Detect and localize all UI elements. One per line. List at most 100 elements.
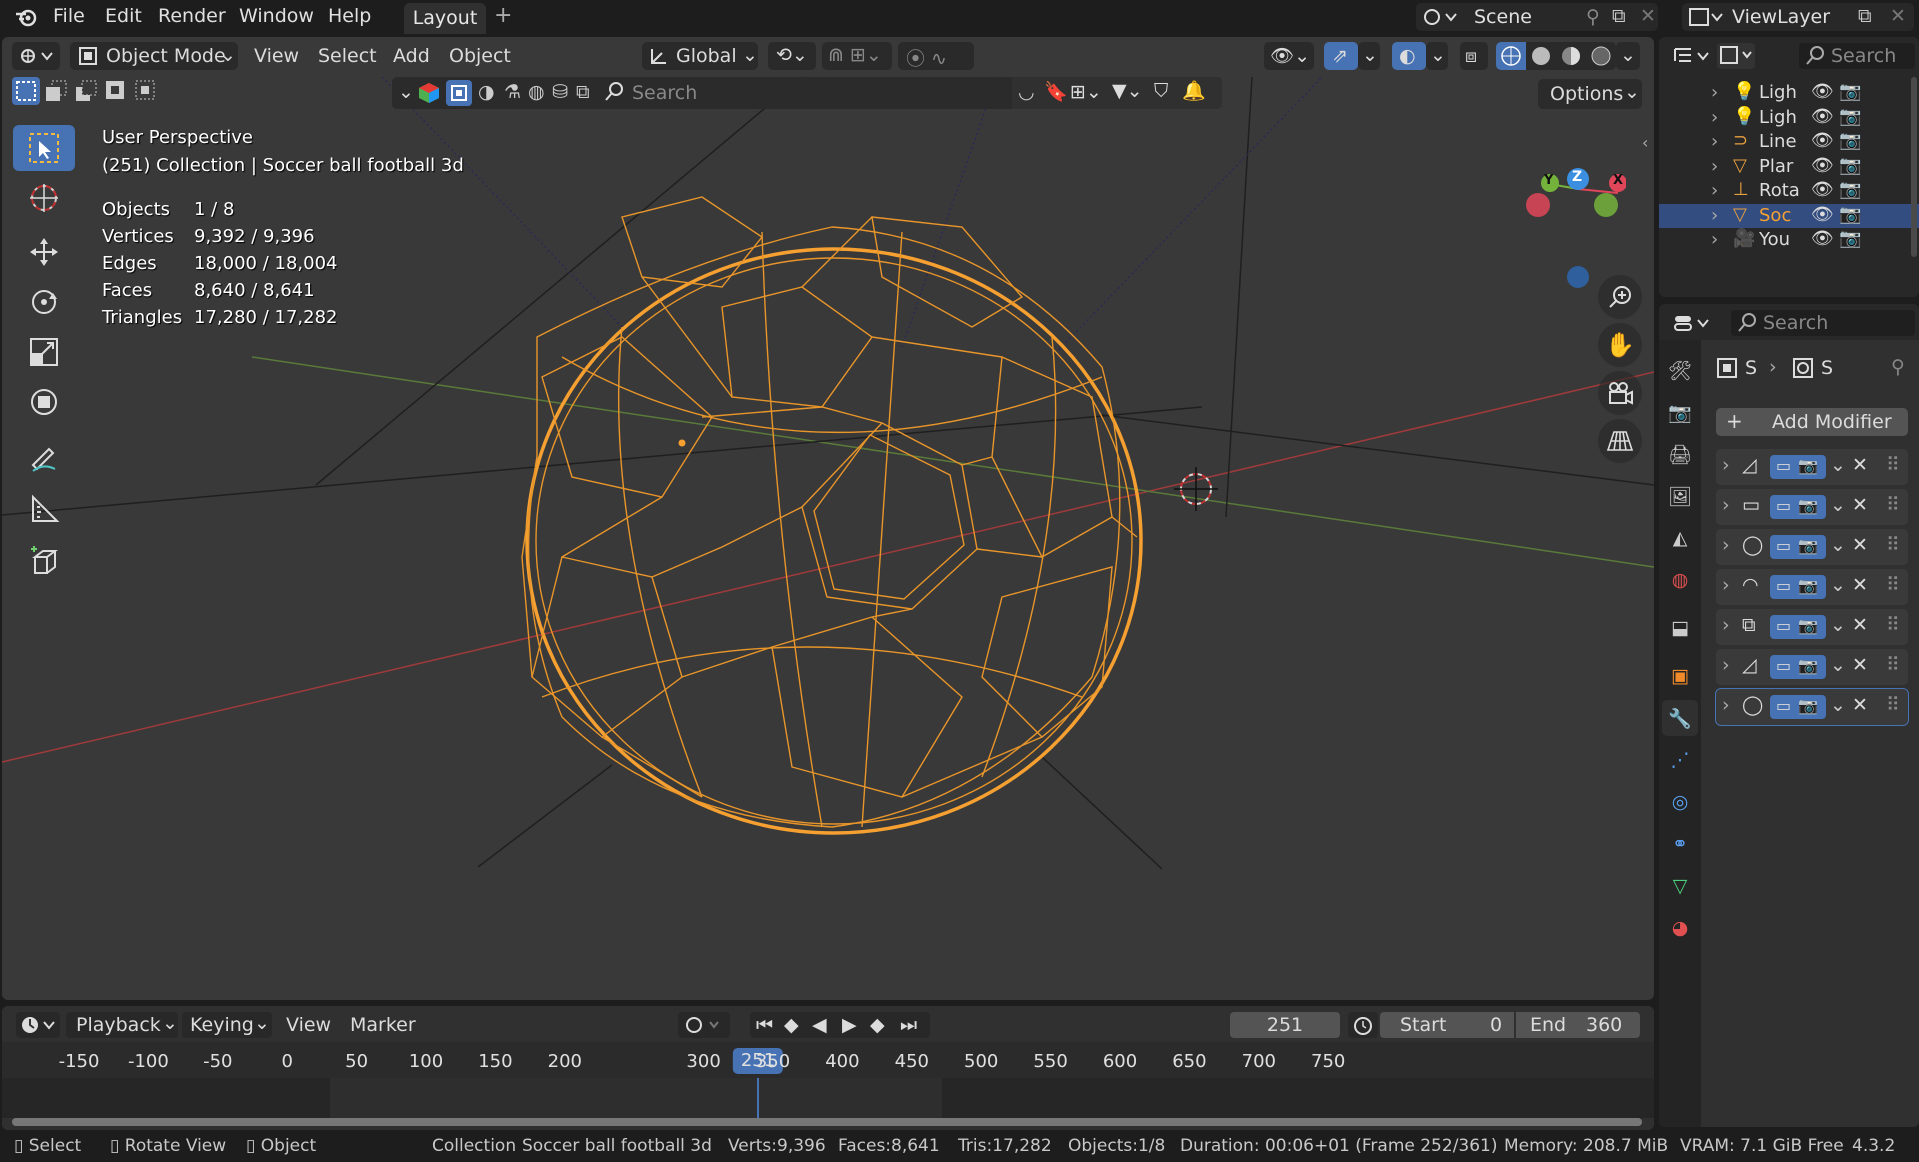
chevron-right-icon[interactable]: ›: [1722, 454, 1730, 476]
move-tool[interactable]: [13, 229, 75, 275]
add-workspace-button[interactable]: +: [494, 3, 512, 28]
zoom-button[interactable]: [1598, 275, 1642, 319]
modifier-display-toggles[interactable]: ▭ 📷: [1770, 615, 1826, 639]
select-invert-icon[interactable]: [102, 77, 130, 105]
outliner-scrollbar[interactable]: [1911, 77, 1917, 257]
chevron-right-icon[interactable]: ›: [1711, 180, 1718, 201]
object-filter-icon[interactable]: [446, 80, 472, 106]
node-filter-icon[interactable]: ⚗: [504, 81, 521, 103]
delete-scene-icon[interactable]: ✕: [1640, 5, 1656, 27]
tab-object[interactable]: ▣: [1662, 658, 1698, 694]
preview-range-toggle[interactable]: [1348, 1012, 1378, 1038]
pivot-point-dropdown[interactable]: ⟲⌄: [768, 42, 816, 70]
end-frame-field[interactable]: End 360: [1516, 1012, 1640, 1038]
tab-physics[interactable]: ◎: [1662, 784, 1698, 820]
asset-search-input[interactable]: Search: [632, 82, 697, 104]
keying-menu[interactable]: Keying ⌄: [182, 1012, 272, 1038]
3d-viewport[interactable]: Object Mode ⌄ View Select Add Object Glo…: [2, 37, 1654, 1000]
select-subtract-icon[interactable]: [72, 77, 100, 105]
measure-tool[interactable]: [13, 487, 75, 533]
camera-render-icon[interactable]: 📷: [1839, 179, 1861, 200]
tab-output[interactable]: 🖨: [1662, 436, 1698, 472]
options-dropdown[interactable]: Options ⌄: [1538, 79, 1642, 109]
menu-render[interactable]: Render: [158, 5, 226, 27]
close-icon[interactable]: ✕: [1852, 534, 1868, 556]
xray-toggle[interactable]: ⧈: [1460, 42, 1488, 70]
properties-editor-icon[interactable]: [1673, 312, 1711, 334]
scene-selector[interactable]: Scene ⚲ ⧉ ✕: [1416, 3, 1658, 31]
curve-icon[interactable]: ◡: [1018, 81, 1035, 103]
chevron-down-icon[interactable]: ⌄: [1830, 694, 1846, 716]
modifier-panel[interactable]: › ⧉ ▭ 📷 ⌄ ✕ ⠿: [1716, 609, 1908, 645]
overlays-dropdown[interactable]: ⌄: [1426, 42, 1448, 70]
editor-type-button[interactable]: [12, 42, 60, 70]
outliner-item[interactable]: › ▽ Soc 👁 📷: [1659, 203, 1919, 228]
outliner-item[interactable]: › ⊥ Rota 👁 📷: [1659, 179, 1919, 203]
transform-orientation-dropdown[interactable]: Global ⌄: [642, 42, 758, 70]
chevron-right-icon[interactable]: ›: [1722, 654, 1730, 676]
tab-data[interactable]: ▽: [1662, 868, 1698, 904]
select-extend-icon[interactable]: [42, 77, 70, 105]
chevron-right-icon[interactable]: ›: [1722, 494, 1730, 516]
chevron-right-icon[interactable]: ›: [1711, 229, 1718, 250]
drag-handle-icon[interactable]: ⠿: [1886, 654, 1900, 676]
navigation-gizmo[interactable]: Z Y X: [1516, 131, 1626, 301]
mode-dropdown[interactable]: Object Mode ⌄: [70, 42, 238, 70]
modifier-panel[interactable]: › ▭ ▭ 📷 ⌄ ✕ ⠿: [1716, 489, 1908, 525]
chevron-down-icon[interactable]: ⌄: [398, 81, 414, 103]
chevron-right-icon[interactable]: ›: [1711, 205, 1718, 226]
marker-menu[interactable]: Marker: [350, 1014, 416, 1036]
sidebar-toggle-icon[interactable]: ‹: [1642, 133, 1648, 152]
transform-tool[interactable]: [13, 379, 75, 425]
next-keyframe-icon[interactable]: ◆: [870, 1014, 885, 1036]
material-filter-icon[interactable]: ◑: [478, 81, 495, 103]
outliner-item[interactable]: › ⊃ Line 👁 📷: [1659, 130, 1919, 154]
close-icon[interactable]: ✕: [1852, 454, 1868, 476]
drag-handle-icon[interactable]: ⠿: [1886, 494, 1900, 516]
add-cube-tool[interactable]: [13, 539, 75, 585]
rendered-shading-icon[interactable]: [1586, 42, 1616, 70]
close-icon[interactable]: ✕: [1852, 654, 1868, 676]
jump-end-icon[interactable]: ⏭: [900, 1014, 917, 1036]
delete-viewlayer-icon[interactable]: ✕: [1890, 5, 1906, 27]
camera-render-icon[interactable]: 📷: [1839, 155, 1861, 176]
modifier-display-toggles[interactable]: ▭ 📷: [1770, 455, 1826, 479]
chevron-right-icon[interactable]: ›: [1711, 107, 1718, 128]
menu-select[interactable]: Select: [318, 45, 377, 67]
modifier-display-toggles[interactable]: ▭ 📷: [1770, 495, 1826, 519]
chevron-down-icon[interactable]: ⌄: [1830, 654, 1846, 676]
collection-color-icon[interactable]: [418, 82, 440, 104]
chevron-down-icon[interactable]: ⌄: [1830, 574, 1846, 596]
start-frame-field[interactable]: Start 0: [1380, 1012, 1514, 1038]
modifier-display-toggles[interactable]: ▭ 📷: [1770, 655, 1826, 679]
modifier-panel[interactable]: › ◠ ▭ 📷 ⌄ ✕ ⠿: [1716, 569, 1908, 605]
tab-material[interactable]: ◕: [1662, 910, 1698, 946]
camera-render-icon[interactable]: 📷: [1839, 228, 1861, 249]
outliner-item[interactable]: › ▽ Plar 👁 📷: [1659, 155, 1919, 179]
camera-render-icon[interactable]: 📷: [1839, 130, 1861, 151]
solid-shading-icon[interactable]: [1526, 42, 1556, 70]
modifier-display-toggles[interactable]: ▭ 📷: [1770, 535, 1826, 559]
eye-icon[interactable]: 👁: [1811, 179, 1834, 200]
close-icon[interactable]: ✕: [1852, 614, 1868, 636]
rotate-tool[interactable]: [13, 279, 75, 325]
eye-icon[interactable]: 👁: [1811, 130, 1834, 151]
world-filter-icon[interactable]: ◍: [528, 81, 545, 103]
menu-edit[interactable]: Edit: [105, 5, 142, 27]
outliner-editor-icon[interactable]: [1673, 45, 1711, 67]
eye-icon[interactable]: 👁: [1811, 81, 1834, 102]
material-shading-icon[interactable]: [1556, 42, 1586, 70]
eye-icon[interactable]: 👁: [1811, 106, 1834, 127]
prev-keyframe-icon[interactable]: ◆: [784, 1014, 799, 1036]
chevron-right-icon[interactable]: ›: [1711, 131, 1718, 152]
current-frame-field[interactable]: 251: [1230, 1012, 1340, 1038]
drag-handle-icon[interactable]: ⠿: [1886, 534, 1900, 556]
pose-filter-icon[interactable]: ⧉: [576, 81, 590, 103]
shield-icon[interactable]: ⛉: [1154, 80, 1168, 102]
chevron-down-icon[interactable]: ⌄: [1830, 614, 1846, 636]
shading-dropdown[interactable]: ⌄: [1616, 42, 1640, 70]
chevron-right-icon[interactable]: ›: [1711, 82, 1718, 103]
snap-dropdown[interactable]: ⋒ ⊞⌄: [822, 42, 892, 70]
add-modifier-button[interactable]: + Add Modifier: [1716, 408, 1908, 436]
timeline-editor-button[interactable]: [16, 1012, 60, 1038]
